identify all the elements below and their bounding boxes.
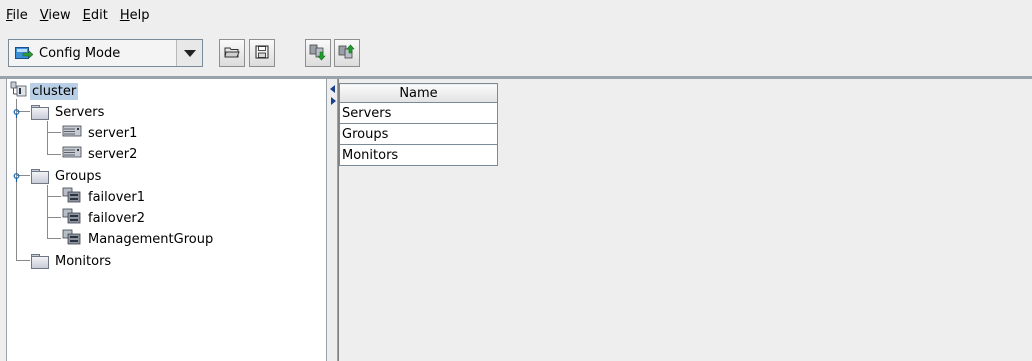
expand-handle-servers[interactable]	[12, 107, 21, 118]
folder-icon	[31, 254, 49, 269]
tree-label-server2: server2	[88, 146, 138, 162]
tree-node-monitors[interactable]: Monitors	[31, 251, 113, 271]
save-icon	[255, 45, 269, 62]
folder-icon	[31, 105, 49, 120]
menu-help-label: elp	[129, 7, 150, 23]
menu-edit-label: dit	[90, 7, 108, 23]
upload-config-icon	[338, 43, 356, 64]
detail-pane: Name Servers Groups Monitors	[338, 79, 1032, 361]
table-cell: Monitors	[339, 144, 498, 166]
download-config-button[interactable]	[305, 39, 331, 67]
tree-connector	[47, 196, 61, 197]
table-row[interactable]: Monitors	[339, 144, 498, 166]
failover-group-icon	[62, 229, 82, 249]
menu-help-mnemonic: H	[119, 7, 130, 23]
server-icon	[62, 124, 82, 142]
open-button[interactable]	[219, 39, 245, 67]
cluster-icon	[10, 81, 28, 101]
cluster-tree: cluster Servers server1 server2 Groups f…	[6, 79, 326, 361]
column-header-name[interactable]: Name	[339, 83, 498, 103]
tree-node-servers[interactable]: Servers	[31, 102, 106, 122]
tree-label-monitors: Monitors	[55, 253, 112, 269]
tree-connector	[47, 238, 61, 239]
tree-label-managementgroup: ManagementGroup	[88, 231, 214, 247]
tree-connector	[47, 154, 61, 155]
tree-node-failover2[interactable]: failover2	[62, 208, 147, 228]
expand-handle-groups[interactable]	[12, 171, 21, 182]
mode-select-value: Config Mode	[39, 45, 121, 61]
name-table: Name Servers Groups Monitors	[339, 83, 498, 166]
tree-node-groups[interactable]: Groups	[31, 166, 103, 186]
server-icon	[62, 145, 82, 163]
download-config-icon	[309, 43, 327, 64]
tree-node-server1[interactable]: server1	[62, 123, 139, 143]
table-cell: Servers	[339, 102, 498, 124]
config-mode-icon	[15, 46, 34, 60]
menu-bar: File View Edit Help	[0, 0, 1032, 30]
tree-node-cluster[interactable]: cluster	[10, 81, 79, 101]
menu-edit-mnemonic: E	[82, 7, 91, 23]
tree-node-server2[interactable]: server2	[62, 144, 139, 164]
tree-label-failover2: failover2	[88, 210, 146, 226]
tree-label-server1: server1	[88, 125, 138, 141]
menu-file-label: ile	[12, 7, 28, 23]
mode-select[interactable]: Config Mode	[8, 39, 203, 67]
tree-connector	[47, 185, 48, 238]
open-folder-icon	[224, 45, 240, 62]
split-pane-divider[interactable]	[326, 79, 338, 361]
menu-help[interactable]: Help	[120, 8, 150, 23]
tree-label-groups: Groups	[55, 168, 102, 184]
tree-node-failover1[interactable]: failover1	[62, 187, 147, 207]
folder-icon	[31, 169, 49, 184]
menu-file[interactable]: File	[6, 8, 28, 23]
failover-group-icon	[62, 208, 82, 228]
save-button[interactable]	[249, 39, 275, 67]
tree-label-servers: Servers	[55, 104, 105, 120]
failover-group-icon	[62, 187, 82, 207]
menu-view-label: iew	[48, 7, 71, 23]
table-cell: Groups	[339, 123, 498, 145]
tree-label-failover1: failover1	[88, 189, 146, 205]
table-row[interactable]: Groups	[339, 123, 498, 145]
collapse-left-icon[interactable]	[330, 85, 335, 93]
menu-edit[interactable]: Edit	[83, 8, 108, 23]
tree-connector	[47, 132, 61, 133]
chevron-down-icon[interactable]	[176, 40, 202, 66]
upload-config-button[interactable]	[334, 39, 360, 67]
expand-right-icon[interactable]	[331, 97, 336, 105]
tree-label-cluster: cluster	[30, 82, 79, 100]
table-row[interactable]: Servers	[339, 102, 498, 124]
tree-node-managementgroup[interactable]: ManagementGroup	[62, 229, 215, 249]
menu-view[interactable]: View	[40, 8, 71, 23]
tree-connector	[47, 217, 61, 218]
tree-connector	[47, 121, 48, 154]
toolbar: Config Mode	[0, 36, 1032, 72]
tree-connector	[16, 260, 30, 261]
